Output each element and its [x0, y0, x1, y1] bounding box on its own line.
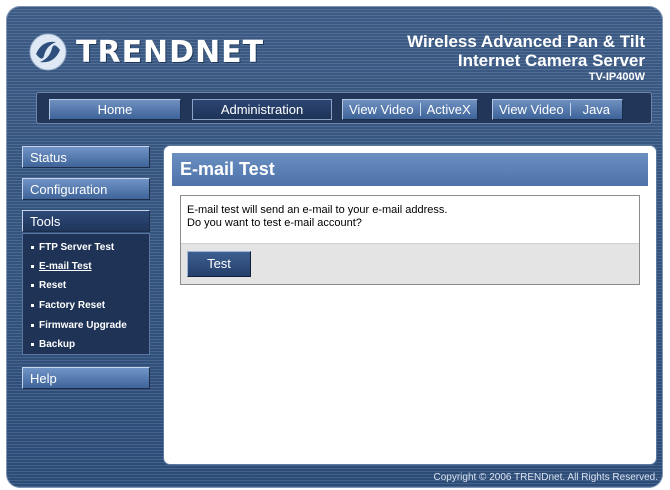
action-bar: Test: [181, 243, 639, 284]
model-number: TV-IP400W: [588, 71, 645, 83]
product-line-2: Internet Camera Server: [457, 51, 645, 70]
nav-java-button[interactable]: Java: [571, 100, 622, 119]
nav-view-video-java-label[interactable]: View Video: [493, 100, 570, 119]
message-line-2: Do you want to test e-mail account?: [187, 217, 362, 229]
bullet-icon: [31, 303, 34, 307]
tools-item-label: Reset: [39, 280, 67, 291]
tools-item-ftp-server-test[interactable]: FTP Server Test: [31, 242, 114, 253]
content-panel: E-mail Test E-mail test will send an e-m…: [164, 146, 656, 464]
test-button[interactable]: Test: [187, 251, 251, 277]
bullet-icon: [31, 283, 34, 287]
tools-item-label: FTP Server Test: [39, 242, 115, 253]
email-test-box: E-mail test will send an e-mail to your …: [180, 195, 640, 285]
bullet-icon: [31, 342, 34, 346]
nav-administration-button[interactable]: Administration: [192, 99, 332, 120]
tools-item-firmware-upgrade[interactable]: Firmware Upgrade: [31, 320, 127, 331]
tools-item-label: Backup: [39, 339, 76, 350]
tools-item-label: Factory Reset: [39, 300, 106, 311]
bullet-icon: [31, 245, 34, 249]
tools-item-factory-reset[interactable]: Factory Reset: [31, 300, 105, 311]
copyright-text: Copyright © 2006 TRENDnet. All Rights Re…: [433, 472, 658, 483]
email-test-message: E-mail test will send an e-mail to your …: [187, 204, 447, 230]
page-title: E-mail Test: [172, 153, 648, 186]
sidebar-status-button[interactable]: Status: [22, 146, 150, 168]
sidebar-tools-button[interactable]: Tools: [22, 210, 150, 232]
product-line-1: Wireless Advanced Pan & Tilt: [407, 32, 645, 51]
sidebar-help-button[interactable]: Help: [22, 367, 150, 389]
nav-home-button[interactable]: Home: [49, 99, 181, 120]
tools-item-label: E-mail Test: [39, 261, 92, 272]
tools-submenu: FTP Server Test E-mail Test Reset Factor…: [22, 233, 150, 355]
product-title: Wireless Advanced Pan & Tilt Internet Ca…: [407, 32, 645, 84]
nav-view-video-java: View Video Java: [492, 99, 624, 120]
tools-item-label: Firmware Upgrade: [39, 320, 127, 331]
nav-activex-button[interactable]: ActiveX: [421, 100, 477, 119]
trendnet-logo: TRENDNET: [28, 32, 264, 72]
nav-view-video-activex: View Video ActiveX: [342, 99, 478, 120]
brand-name: TRENDNET: [76, 34, 265, 70]
bullet-icon: [31, 264, 34, 268]
nav-view-video-activex-label[interactable]: View Video: [343, 100, 420, 119]
bullet-icon: [31, 323, 34, 327]
top-nav-bar: Home Administration View Video ActiveX V…: [36, 92, 652, 124]
message-line-1: E-mail test will send an e-mail to your …: [187, 204, 448, 216]
tools-item-email-test[interactable]: E-mail Test: [31, 261, 92, 272]
tools-item-backup[interactable]: Backup: [31, 339, 75, 350]
sidebar-configuration-button[interactable]: Configuration: [22, 178, 150, 200]
trendnet-logo-icon: [28, 32, 68, 72]
tools-item-reset[interactable]: Reset: [31, 280, 66, 291]
